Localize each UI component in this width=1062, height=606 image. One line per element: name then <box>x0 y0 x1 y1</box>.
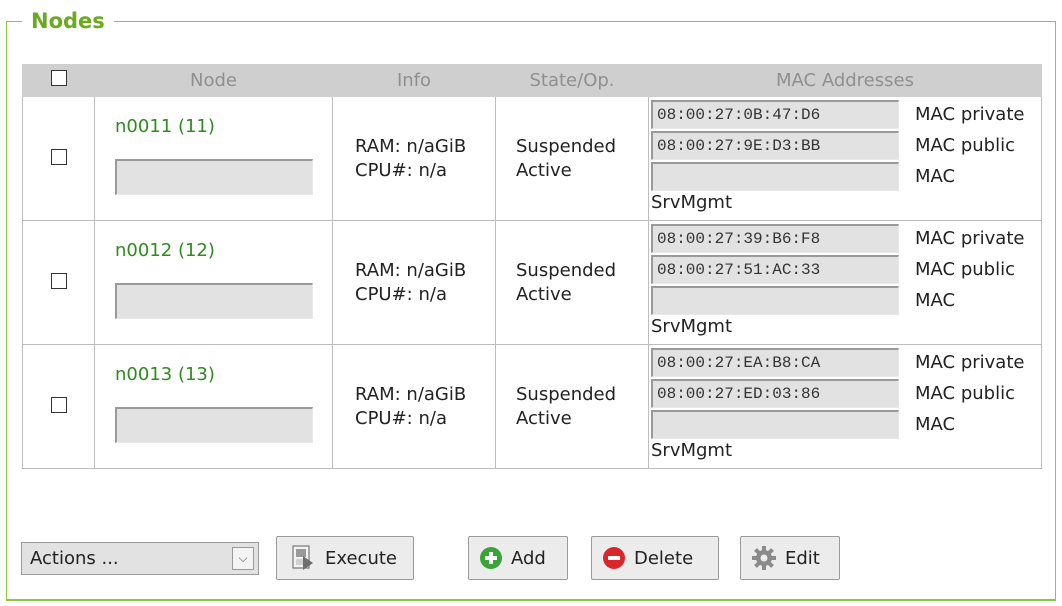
mac-public-field[interactable]: 08:00:27:51:AC:33 <box>651 255 899 284</box>
execute-button[interactable]: Execute <box>276 536 414 580</box>
node-input[interactable] <box>115 159 313 195</box>
actions-select[interactable]: Actions ... ⌵ <box>21 542 259 575</box>
node-op: Active <box>516 407 572 429</box>
execute-label: Execute <box>325 547 397 569</box>
delete-label: Delete <box>634 547 694 569</box>
table-row: n0011 (11) RAM: n/aGiB CPU#: n/a Suspend… <box>22 96 1042 221</box>
select-all-cell <box>22 64 95 97</box>
execute-icon <box>287 543 317 573</box>
node-op: Active <box>516 159 572 181</box>
header-info: Info <box>332 64 496 97</box>
table-header-row: Node Info State/Op. MAC Addresses <box>22 64 1042 97</box>
gear-icon <box>751 545 777 571</box>
add-button[interactable]: Add <box>468 536 568 580</box>
mac-srvmgmt-sublabel: SrvMgmt <box>651 192 733 213</box>
header-node: Node <box>94 64 333 97</box>
mac-srvmgmt-label: MAC <box>915 414 956 435</box>
delete-button[interactable]: Delete <box>591 536 719 580</box>
mac-private-field[interactable]: 08:00:27:39:B6:F8 <box>651 224 899 253</box>
edit-button[interactable]: Edit <box>740 536 840 580</box>
node-state: Suspended <box>516 383 617 405</box>
table-row: n0013 (13) RAM: n/aGiB CPU#: n/a Suspend… <box>22 344 1042 469</box>
mac-public-field[interactable]: 08:00:27:ED:03:86 <box>651 379 899 408</box>
node-ram: RAM: n/aGiB <box>355 135 467 157</box>
node-cpu: CPU#: n/a <box>355 407 447 429</box>
edit-label: Edit <box>785 547 820 569</box>
mac-srvmgmt-label: MAC <box>915 166 956 187</box>
actions-select-value: Actions ... <box>30 548 119 569</box>
row-checkbox[interactable] <box>50 148 67 165</box>
mac-srvmgmt-label: MAC <box>915 290 956 311</box>
node-link[interactable]: n0012 (12) <box>115 240 332 261</box>
delete-icon <box>602 546 626 570</box>
nodes-table: Node Info State/Op. MAC Addresses n0011 … <box>22 64 1042 469</box>
header-state: State/Op. <box>495 64 649 97</box>
node-input[interactable] <box>115 407 313 443</box>
node-ram: RAM: n/aGiB <box>355 259 467 281</box>
row-checkbox[interactable] <box>50 396 67 413</box>
header-mac: MAC Addresses <box>648 64 1042 97</box>
node-link[interactable]: n0011 (11) <box>115 116 332 137</box>
mac-public-field[interactable]: 08:00:27:9E:D3:BB <box>651 131 899 160</box>
mac-public-label: MAC public <box>915 383 1015 404</box>
node-link[interactable]: n0013 (13) <box>115 364 332 385</box>
mac-public-label: MAC public <box>915 259 1015 280</box>
select-all-checkbox[interactable] <box>50 70 67 86</box>
mac-private-label: MAC private <box>915 104 1025 125</box>
mac-private-label: MAC private <box>915 352 1025 373</box>
panel-title: Nodes <box>22 7 114 35</box>
table-row: n0012 (12) RAM: n/aGiB CPU#: n/a Suspend… <box>22 220 1042 345</box>
chevron-down-icon[interactable]: ⌵ <box>232 547 254 570</box>
mac-srvmgmt-sublabel: SrvMgmt <box>651 316 733 337</box>
node-cpu: CPU#: n/a <box>355 159 447 181</box>
mac-srvmgmt-field[interactable] <box>651 162 899 191</box>
mac-private-label: MAC private <box>915 228 1025 249</box>
node-state: Suspended <box>516 135 617 157</box>
mac-private-field[interactable]: 08:00:27:0B:47:D6 <box>651 100 899 129</box>
mac-private-field[interactable]: 08:00:27:EA:B8:CA <box>651 348 899 377</box>
add-label: Add <box>511 547 546 569</box>
add-icon <box>479 546 503 570</box>
node-input[interactable] <box>115 283 313 319</box>
row-checkbox[interactable] <box>50 272 67 289</box>
mac-srvmgmt-field[interactable] <box>651 410 899 439</box>
node-state: Suspended <box>516 259 617 281</box>
mac-public-label: MAC public <box>915 135 1015 156</box>
node-cpu: CPU#: n/a <box>355 283 447 305</box>
mac-srvmgmt-sublabel: SrvMgmt <box>651 440 733 461</box>
mac-srvmgmt-field[interactable] <box>651 286 899 315</box>
node-op: Active <box>516 283 572 305</box>
node-ram: RAM: n/aGiB <box>355 383 467 405</box>
